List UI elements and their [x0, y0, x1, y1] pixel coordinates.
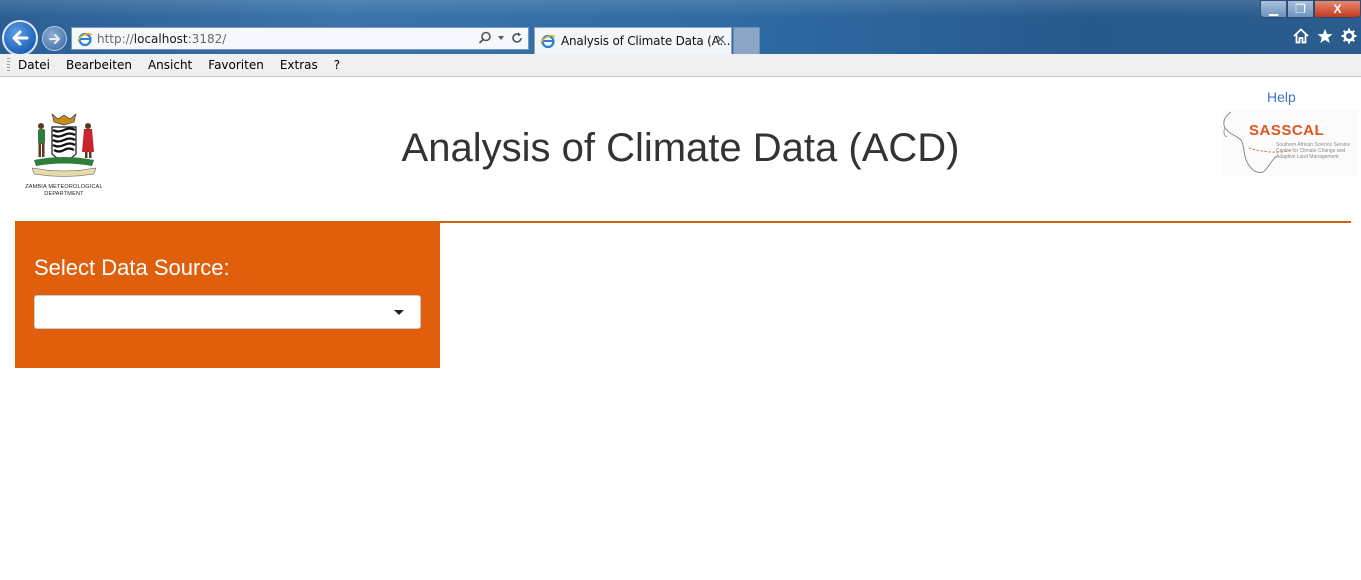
star-icon[interactable] [1317, 28, 1333, 44]
menu-extras[interactable]: Extras [280, 58, 318, 72]
gear-icon[interactable] [1341, 28, 1357, 44]
home-icon[interactable] [1293, 28, 1309, 44]
tab-title: Analysis of Climate Data (A... [561, 34, 731, 48]
sasscal-logo: SASSCAL Southern African Science Service… [1221, 110, 1359, 176]
ie-tab-icon [540, 34, 556, 49]
page-content: ZAMBIA METEOROLOGICAL DEPARTMENT Analysi… [0, 78, 1361, 580]
new-tab-button[interactable] [733, 27, 760, 54]
menu-bearbeiten[interactable]: Bearbeiten [66, 58, 132, 72]
maximize-button[interactable]: ❐ [1287, 0, 1314, 18]
menu-datei[interactable]: Datei [18, 58, 50, 72]
menu-favoriten[interactable]: Favoriten [208, 58, 264, 72]
sasscal-logo-name: SASSCAL [1249, 122, 1325, 139]
help-link[interactable]: Help [1267, 89, 1296, 105]
minimize-button[interactable]: ▁ [1260, 0, 1287, 18]
menu-help[interactable]: ? [334, 58, 340, 72]
back-button[interactable] [2, 20, 38, 56]
menu-ansicht[interactable]: Ansicht [148, 58, 192, 72]
window-controls: ▁ ❐ X [1260, 0, 1361, 18]
forward-button[interactable] [42, 26, 67, 51]
data-source-label: Select Data Source: [34, 255, 230, 280]
toolbar-grip [7, 57, 10, 73]
dropdown-arrow-icon[interactable] [497, 34, 505, 42]
caret-down-icon [394, 310, 404, 315]
close-window-button[interactable]: X [1314, 0, 1361, 18]
tab-acd[interactable]: Analysis of Climate Data (A... ✕ [534, 27, 732, 54]
arrow-right-icon [48, 33, 60, 44]
sasscal-logo-subtitle: Southern African Science Service Centre … [1276, 142, 1351, 160]
data-source-select[interactable] [34, 295, 421, 329]
page-title: Analysis of Climate Data (ACD) [401, 126, 960, 170]
address-bar[interactable]: http://localhost:3182/ [71, 27, 529, 50]
address-url[interactable]: http://localhost:3182/ [97, 32, 226, 46]
data-source-panel: Select Data Source: [15, 223, 440, 368]
menu-bar: Datei Bearbeiten Ansicht Favoriten Extra… [0, 54, 1361, 77]
ie-page-icon [77, 32, 93, 46]
tab-close-icon[interactable]: ✕ [715, 32, 726, 48]
refresh-icon[interactable] [510, 31, 524, 45]
arrow-left-icon [12, 30, 29, 46]
search-icon[interactable] [478, 31, 492, 45]
zambia-logo-caption: ZAMBIA METEOROLOGICAL DEPARTMENT [25, 184, 103, 197]
